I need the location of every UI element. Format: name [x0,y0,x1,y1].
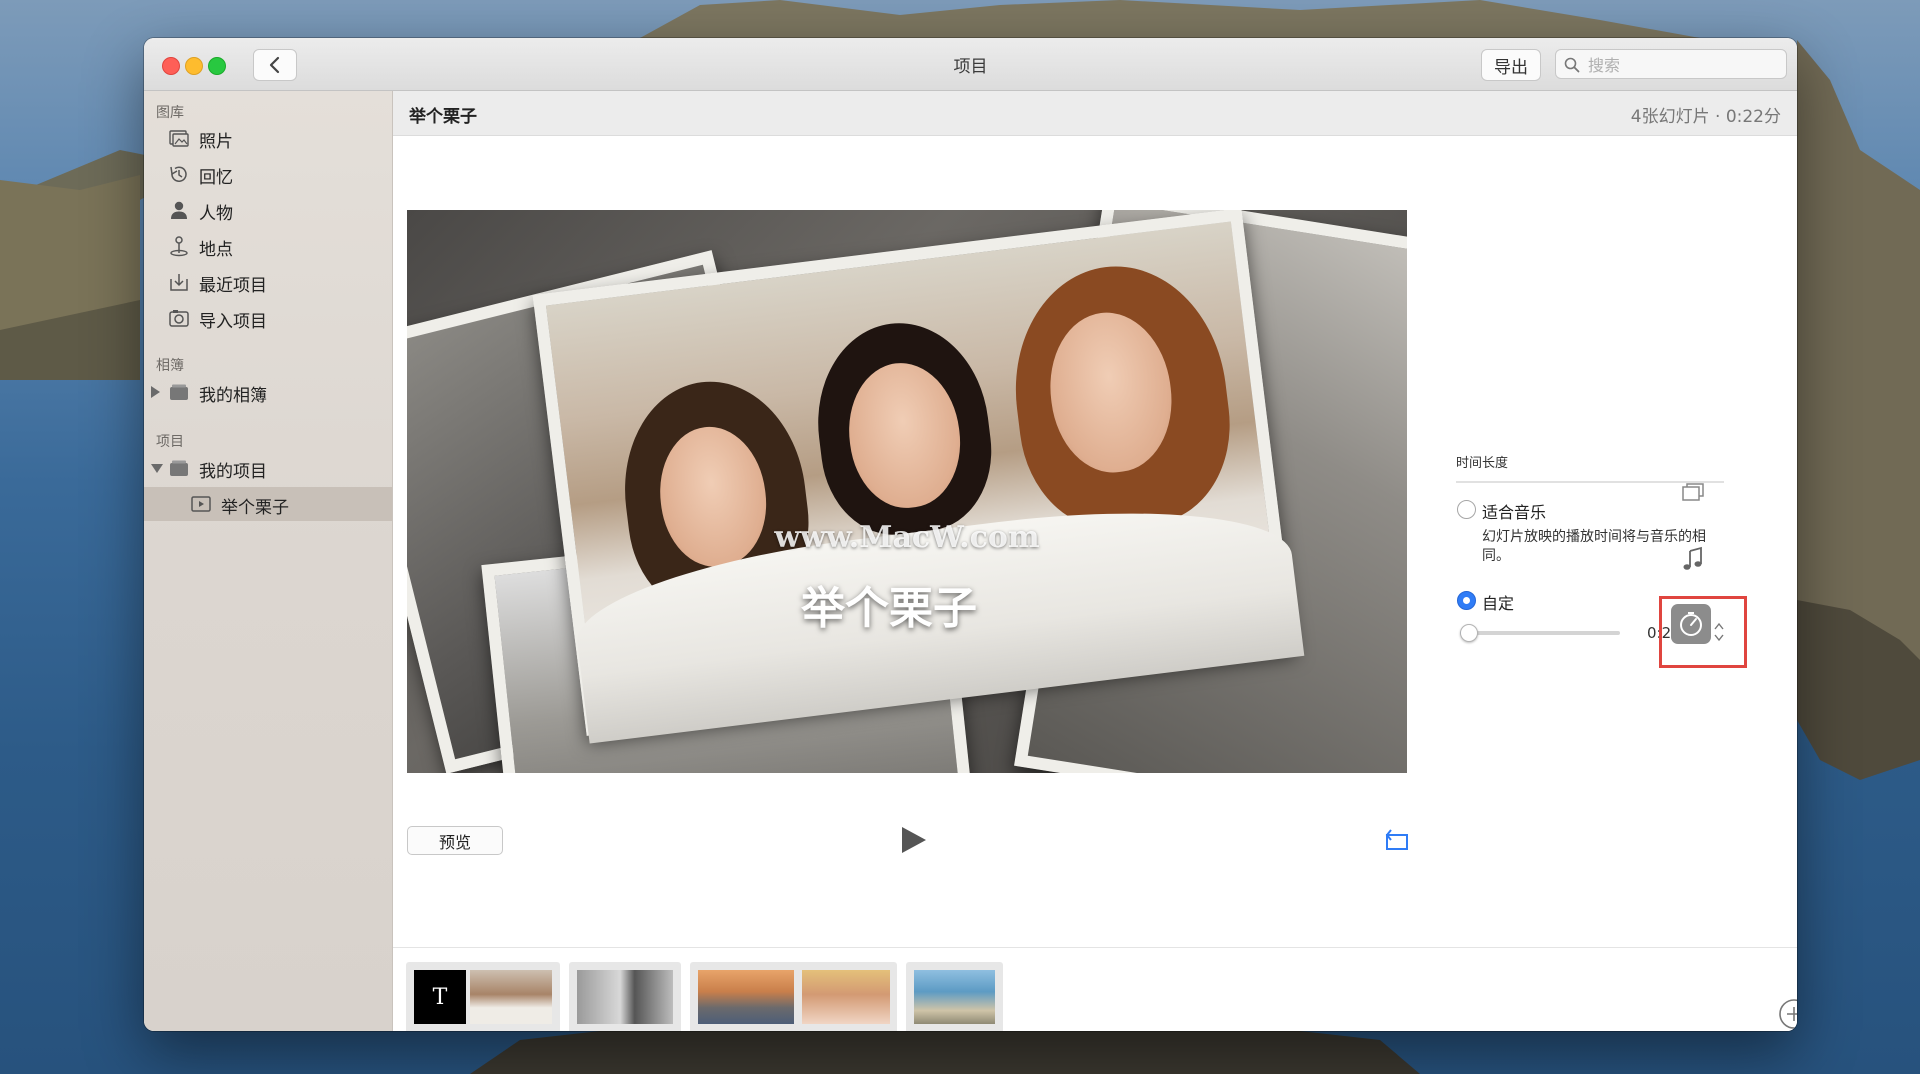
custom-radio[interactable] [1457,591,1476,610]
sidebar-item-label: 回忆 [199,168,233,188]
duration-slider[interactable] [1460,624,1620,642]
preview-button[interactable]: 预览 [407,826,503,855]
section-header-projects: 项目 [156,434,184,450]
title-slide: T [414,970,466,1024]
title-bar: 项目 导出 [144,38,1797,91]
photo-thumb [698,970,794,1024]
search-field[interactable] [1555,49,1787,79]
custom-label: 自定 [1482,594,1515,613]
watermark-text: www.MacW.com [774,520,1040,555]
search-icon [1564,57,1580,73]
slideshow-icon [191,496,211,512]
sidebar-item-my-projects[interactable]: 我的项目 [144,451,392,485]
sidebar-item-label: 我的项目 [199,462,267,482]
slide-strip: T 1 2 3 4 [393,947,1797,1031]
fit-music-label: 适合音乐 [1482,503,1547,522]
slide-thumbnail[interactable]: T 1 [406,962,560,1031]
sidebar-item-label: 地点 [199,240,233,260]
slide-thumbnail[interactable]: 4 [906,962,1003,1031]
add-slide-button[interactable] [1778,998,1797,1030]
import-icon [169,310,189,327]
sidebar-item-label: 最近项目 [199,276,267,296]
slide-thumbnail[interactable]: 3 [690,962,897,1031]
sidebar-item-recent[interactable]: 最近项目 [144,265,392,299]
places-icon [170,236,188,257]
window-title: 项目 [953,57,988,77]
music-note-icon [1683,546,1702,570]
photos-window: 项目 导出 图库 照片 回忆 人物 地点 最近项目 [144,38,1797,1031]
section-header-albums: 相簿 [156,358,184,374]
section-header-library: 图库 [156,105,184,121]
sidebar-item-people[interactable]: 人物 [144,193,392,227]
memories-icon [170,166,187,182]
sidebar-item-label: 人物 [199,204,233,224]
search-input[interactable] [1586,53,1780,77]
recent-icon [170,274,188,291]
photo-thumb [577,970,673,1024]
slider-knob[interactable] [1460,624,1478,642]
themes-icon [1682,483,1704,501]
project-main: 举个栗子 4张幻灯片 · 0:22分 www.MacW.com 举个栗子 预览 … [393,91,1797,1031]
sidebar-item-slideshow[interactable]: 举个栗子 [144,487,392,521]
photo-thumb [802,970,890,1024]
music-tab[interactable] [1675,541,1711,577]
photo-thumb [470,970,552,1024]
sidebar-item-label: 举个栗子 [221,498,289,518]
slide-thumbnail[interactable]: 2 [569,962,681,1031]
main-photo [532,210,1305,744]
sidebar: 图库 照片 回忆 人物 地点 最近项目 导入项目 相簿 我的相簿 项目 我的项目… [144,91,393,1031]
highlight-box [1659,596,1747,668]
disclosure-triangle-icon[interactable] [151,386,160,398]
play-icon[interactable] [898,825,928,855]
sidebar-item-places[interactable]: 地点 [144,229,392,263]
export-button[interactable]: 导出 [1481,49,1541,81]
theme-tab[interactable] [1675,474,1711,510]
folder-icon [170,384,188,400]
people-icon [171,201,187,219]
duration-label: 时间长度 [1456,456,1509,471]
disclosure-triangle-icon[interactable] [151,464,163,473]
sidebar-item-import[interactable]: 导入项目 [144,301,392,335]
slide-title-text: 举个栗子 [801,583,977,634]
sidebar-item-photos[interactable]: 照片 [144,121,392,155]
fit-music-radio[interactable] [1457,500,1476,519]
sidebar-item-label: 导入项目 [199,312,267,332]
project-title: 举个栗子 [409,107,477,127]
photo-thumb [914,970,995,1024]
loop-icon[interactable] [1383,826,1411,854]
project-header: 举个栗子 4张幻灯片 · 0:22分 [393,91,1797,136]
sidebar-item-my-albums[interactable]: 我的相簿 [144,375,392,409]
project-info: 4张幻灯片 · 0:22分 [1630,107,1781,127]
sidebar-item-memories[interactable]: 回忆 [144,157,392,191]
folder-icon [170,460,188,476]
sidebar-item-label: 照片 [199,132,233,152]
slide-preview[interactable]: www.MacW.com 举个栗子 [407,210,1407,773]
sidebar-item-label: 我的相簿 [199,386,267,406]
photos-icon [169,130,189,147]
